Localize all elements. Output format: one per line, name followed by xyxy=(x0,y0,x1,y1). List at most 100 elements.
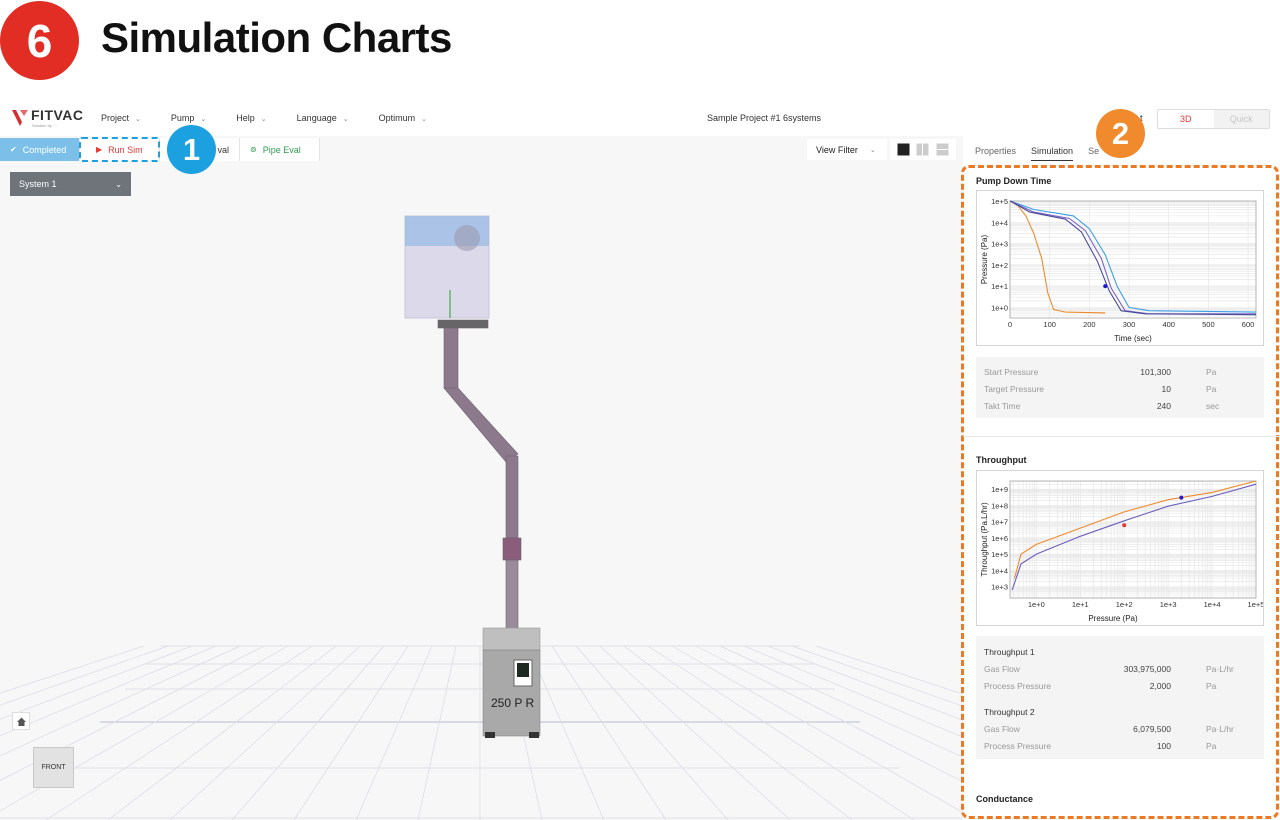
floor-grid-line xyxy=(293,645,409,820)
side-tabs: Properties Simulation Se xyxy=(975,146,1114,161)
x-tick-label: 400 xyxy=(1162,320,1175,329)
floor-grid-line xyxy=(551,645,667,820)
fitvac-logo-icon xyxy=(12,110,28,126)
callout-2: 2 xyxy=(1096,109,1145,158)
process-pressure-1-label: Process Pressure xyxy=(984,681,1052,691)
y-tick-label: 1e+5 xyxy=(991,550,1008,559)
start-pressure-unit: Pa xyxy=(1206,367,1217,377)
menu-label: Project xyxy=(101,113,130,123)
completed-status-button[interactable]: ✔ Completed xyxy=(0,138,80,161)
menu-label: Optimum xyxy=(378,113,416,123)
gas-flow-2-label: Gas Flow xyxy=(984,724,1020,734)
3d-viewport[interactable]: 250 P R ✔ Completed ▶ Run Sim val ⊚ Pipe… xyxy=(0,136,963,820)
plot-border xyxy=(1009,200,1257,319)
mode-quick-button[interactable]: Quick xyxy=(1213,110,1269,128)
menu-help[interactable]: Help ⌄ xyxy=(236,113,266,123)
system-select[interactable]: System 1 ⌄ xyxy=(10,172,131,196)
y-axis-label: Pressure (Pa) xyxy=(980,234,989,284)
run-sim-highlight xyxy=(79,137,160,162)
throughput-chart-frame[interactable]: 1e+0 1e+1 1e+2 1e+3 1e+4 1e+5 1e+9 1e+8 1e+7 1e+6… xyxy=(976,470,1264,626)
home-view-button[interactable] xyxy=(12,712,30,730)
y-tick-label: 1e+4 xyxy=(991,218,1008,227)
tab-properties[interactable]: Properties xyxy=(975,146,1016,161)
y-tick-label: 1e+3 xyxy=(991,583,1008,592)
x-tick-label: 500 xyxy=(1202,320,1215,329)
y-tick-label: 1e+4 xyxy=(991,566,1008,575)
tab-simulation[interactable]: Simulation xyxy=(1031,146,1074,161)
floor-grid-line xyxy=(647,645,915,820)
tab-settings[interactable]: Se xyxy=(1088,146,1099,161)
data-marker xyxy=(1103,284,1108,289)
y-tick-label: 1e+6 xyxy=(991,534,1008,543)
floor-grid-line xyxy=(107,645,337,820)
home-icon xyxy=(16,717,26,726)
gas-flow-2-unit: Pa·L/hr xyxy=(1206,724,1234,734)
menu-label: Pump xyxy=(170,113,195,123)
floor-grid-line xyxy=(575,645,729,820)
start-pressure-label: Start Pressure xyxy=(984,367,1039,377)
target-pressure-value: 10 xyxy=(1161,384,1171,394)
pipe-icon: ⊚ xyxy=(250,145,257,154)
y-tick-label: 1e+8 xyxy=(991,501,1008,510)
y-tick-label: 1e+0 xyxy=(991,303,1008,312)
view-mode-toggle: 3D Quick xyxy=(1157,109,1270,129)
single-view-icon[interactable] xyxy=(897,143,910,156)
x-tick-label: 200 xyxy=(1083,320,1096,329)
x-tick-label: 1e+0 xyxy=(1028,600,1045,609)
throughput-chart[interactable]: 1e+0 1e+1 1e+2 1e+3 1e+4 1e+5 1e+9 1e+8 1e+7 1e+6… xyxy=(977,471,1263,625)
vacuum-chamber xyxy=(404,215,490,319)
chevron-down-icon: ⌄ xyxy=(421,116,427,123)
throughput-info: Throughput 1 Gas Flow 303,975,000 Pa·L/h… xyxy=(976,636,1264,759)
scene-canvas[interactable] xyxy=(0,136,963,820)
menu-project[interactable]: Project ⌄ xyxy=(101,113,141,123)
view-filter-dropdown[interactable]: View Filter ⌄ xyxy=(807,139,887,160)
takt-time-unit: sec xyxy=(1206,401,1220,411)
pump-down-title: Pump Down Time xyxy=(976,176,1052,186)
takt-time-label: Takt Time xyxy=(984,401,1021,411)
pump-down-chart[interactable]: 0 100 200 300 400 500 600 1e+5 1e+4 1e+3 1e+2 1e+1 1… xyxy=(977,191,1263,345)
floor-grid-line xyxy=(45,645,313,820)
x-tick-label: 1e+3 xyxy=(1160,600,1177,609)
app-logo[interactable]: FITVAC Solution by ··· xyxy=(10,108,84,130)
menu-pump[interactable]: Pump ⌄ xyxy=(171,113,206,123)
y-tick-label: 1e+7 xyxy=(991,518,1008,527)
page-title: Simulation Charts xyxy=(101,14,452,61)
floor-grid-line xyxy=(695,645,963,783)
floor-grid-line xyxy=(0,645,265,781)
floor-grid-line xyxy=(0,645,241,757)
pipe-eval-button[interactable]: ⊚ Pipe Eval xyxy=(240,138,320,161)
floor-grid-line xyxy=(623,645,853,820)
split-vertical-icon[interactable] xyxy=(916,143,929,156)
y-axis-label: Throughput (Pa.L/hr) xyxy=(980,502,989,577)
chevron-down-icon: ⌄ xyxy=(342,116,349,123)
pump-unit xyxy=(482,627,541,738)
series-line xyxy=(1009,200,1257,313)
takt-time-value: 240 xyxy=(1156,401,1171,411)
split-horizontal-icon[interactable] xyxy=(936,143,949,156)
section-divider xyxy=(963,436,1280,437)
x-tick-label: 100 xyxy=(1043,320,1056,329)
y-tick-label: 1e+3 xyxy=(991,240,1008,249)
menu-optimum[interactable]: Optimum ⌄ xyxy=(379,113,427,123)
target-pressure-label: Target Pressure xyxy=(984,384,1044,394)
logo-tagline: Solution by ··· xyxy=(32,123,57,128)
view-cube-front[interactable]: FRONT xyxy=(33,747,74,788)
pump-label: 250 P R xyxy=(491,696,535,710)
chevron-down-icon: ⌄ xyxy=(260,116,267,123)
start-pressure-value: 101,300 xyxy=(1140,367,1171,377)
sim-toolbar: ✔ Completed ▶ Run Sim val ⊚ Pipe Eval xyxy=(0,138,320,161)
throughput-title: Throughput xyxy=(976,455,1027,465)
menu-language[interactable]: Language ⌄ xyxy=(297,113,349,123)
x-tick-label: 600 xyxy=(1242,320,1255,329)
y-tick-label: 1e+2 xyxy=(991,261,1008,270)
chevron-down-icon: ⌄ xyxy=(115,179,122,189)
mode-3d-button[interactable]: 3D xyxy=(1158,110,1214,128)
y-tick-label: 1e+1 xyxy=(991,282,1008,291)
layout-switcher xyxy=(890,139,956,160)
x-tick-label: 1e+5 xyxy=(1248,600,1263,609)
logo-text: FITVAC xyxy=(31,107,84,123)
pump-down-chart-frame[interactable]: 0 100 200 300 400 500 600 1e+5 1e+4 1e+3 1e+2 1e+1 1… xyxy=(976,190,1264,346)
floor-grid-line xyxy=(0,645,145,694)
gas-flow-1-value: 303,975,000 xyxy=(1123,664,1171,674)
floor-grid-line xyxy=(231,645,385,820)
